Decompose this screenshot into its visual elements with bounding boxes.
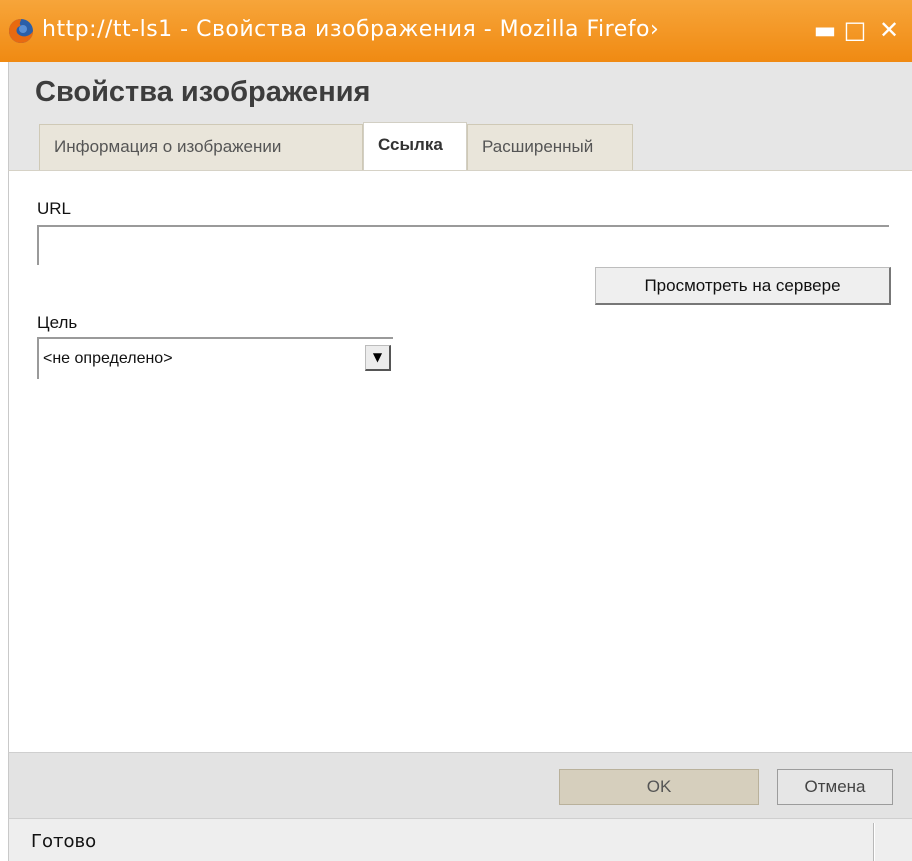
tab-image-info[interactable]: Информация о изображении xyxy=(39,124,363,170)
target-label: Цель xyxy=(37,313,78,332)
tab-link[interactable]: Ссылка xyxy=(363,122,467,171)
status-divider xyxy=(873,823,875,861)
window-titlebar[interactable]: http://tt-ls1 - Свойства изображения - M… xyxy=(0,0,912,62)
dialog-header: Свойства изображения Информация о изобра… xyxy=(8,62,912,171)
status-text: Готово xyxy=(31,831,97,852)
cancel-button[interactable]: Отмена xyxy=(777,769,893,805)
window-title: http://tt-ls1 - Свойства изображения - M… xyxy=(42,17,660,42)
url-label: URL xyxy=(37,199,72,218)
link-tab-panel: URL Просмотреть на сервере Цель <не опре… xyxy=(8,170,912,752)
tab-advanced[interactable]: Расширенный xyxy=(467,124,633,170)
ok-button[interactable]: OK xyxy=(559,769,759,805)
firefox-icon xyxy=(8,18,34,44)
status-bar: Готово xyxy=(8,818,912,861)
url-input[interactable] xyxy=(37,225,889,265)
close-button[interactable]: ✕ xyxy=(874,14,904,46)
dialog-title: Свойства изображения xyxy=(35,76,371,108)
dialog-footer: OK Отмена xyxy=(8,752,912,818)
target-select-value: <не определено> xyxy=(43,350,173,367)
maximize-button[interactable]: □ xyxy=(840,14,870,46)
minimize-button[interactable]: ▬ xyxy=(810,14,840,46)
target-select[interactable]: <не определено> ▼ xyxy=(37,337,393,379)
dropdown-arrow-icon[interactable]: ▼ xyxy=(365,345,391,371)
browse-server-button[interactable]: Просмотреть на сервере xyxy=(595,267,891,305)
